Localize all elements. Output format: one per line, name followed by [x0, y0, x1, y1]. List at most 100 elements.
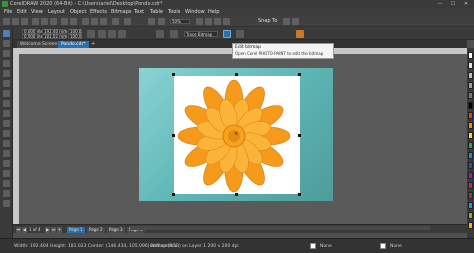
color-swatch[interactable]	[468, 102, 473, 109]
horizontal-scrollbar[interactable]	[130, 226, 430, 230]
open-icon[interactable]	[12, 18, 19, 25]
selection-handle[interactable]	[298, 134, 301, 137]
mirror-horizontal-icon[interactable]	[108, 30, 116, 38]
copy-icon[interactable]	[41, 18, 48, 25]
rotation-icon[interactable]	[98, 30, 106, 38]
trace-bitmap-button[interactable]: Trace Bitmap	[184, 31, 218, 37]
color-swatch[interactable]	[468, 52, 473, 59]
redo-icon[interactable]	[70, 18, 77, 25]
connector-tool-icon[interactable]	[3, 140, 10, 147]
menu-bitmaps[interactable]: Bitmaps	[111, 9, 132, 15]
lock-ratio-icon[interactable]	[87, 30, 95, 38]
menu-object[interactable]: Object	[70, 9, 86, 15]
y-position-field[interactable]: 0.000 mm	[22, 34, 45, 39]
color-swatch[interactable]	[468, 72, 473, 79]
save-icon[interactable]	[21, 18, 28, 25]
maximize-button[interactable]: ☐	[447, 0, 459, 8]
color-swatch[interactable]	[468, 182, 473, 189]
fill-none-icon[interactable]	[310, 243, 316, 249]
page-tab-1[interactable]: Page 1	[67, 227, 85, 233]
crop-icon[interactable]	[156, 30, 164, 38]
color-swatch[interactable]	[468, 82, 473, 89]
tab-welcome-screen[interactable]: Welcome Screen	[17, 41, 61, 48]
quick-customize-icon[interactable]	[296, 30, 304, 38]
tab-pondo[interactable]: Pondo.cdr*	[58, 41, 89, 48]
app-launcher-icon[interactable]	[124, 18, 131, 25]
launch-icon[interactable]	[292, 18, 299, 25]
add-tab-icon[interactable]: +	[91, 41, 97, 47]
selection-handle[interactable]	[235, 73, 238, 76]
last-page-button[interactable]: ⏭	[51, 227, 56, 233]
shape-tool-icon[interactable]	[3, 40, 10, 47]
export-icon[interactable]	[100, 18, 107, 25]
selection-handle[interactable]	[298, 193, 301, 196]
freehand-tool-icon[interactable]	[3, 70, 10, 77]
color-swatch[interactable]	[468, 62, 473, 69]
smart-fill-icon[interactable]	[3, 190, 10, 197]
color-swatch[interactable]	[468, 192, 473, 199]
close-button[interactable]: ✕	[460, 0, 472, 8]
interactive-fill-icon[interactable]	[3, 180, 10, 187]
menu-edit[interactable]: Edit	[17, 9, 27, 15]
color-swatch[interactable]	[468, 212, 473, 219]
crop-tool-icon[interactable]	[3, 50, 10, 57]
color-swatch[interactable]	[468, 202, 473, 209]
text-tool-icon[interactable]	[3, 120, 10, 127]
edit-bitmap-button[interactable]	[223, 30, 231, 38]
color-swatch[interactable]	[468, 112, 473, 119]
full-screen-preview-icon[interactable]	[148, 18, 155, 25]
search-content-icon[interactable]	[82, 18, 89, 25]
transparency-icon[interactable]	[3, 160, 10, 167]
color-swatch[interactable]	[468, 172, 473, 179]
menu-effects[interactable]: Effects	[90, 9, 107, 15]
color-swatch[interactable]	[468, 132, 473, 139]
selection-handle[interactable]	[298, 73, 301, 76]
rectangle-tool-icon[interactable]	[3, 90, 10, 97]
add-tool-icon[interactable]	[3, 200, 10, 207]
zoom-tool-icon[interactable]	[3, 60, 10, 67]
color-eyedropper-icon[interactable]	[3, 170, 10, 177]
color-swatch[interactable]	[468, 142, 473, 149]
selection-handle[interactable]	[172, 193, 175, 196]
paste-icon[interactable]	[50, 18, 57, 25]
previous-page-button[interactable]: ◀	[22, 227, 27, 233]
add-page-button[interactable]: +	[57, 227, 62, 233]
resample-icon[interactable]	[170, 30, 178, 38]
publish-pdf-icon[interactable]	[112, 18, 119, 25]
next-page-button[interactable]: ▶	[45, 227, 50, 233]
zoom-level-dropdown[interactable]: 50%	[170, 19, 190, 24]
selection-handle[interactable]	[172, 73, 175, 76]
height-field[interactable]: 181.02 mm	[42, 34, 67, 39]
import-icon[interactable]	[91, 18, 98, 25]
scale-y-field[interactable]: 100.0	[68, 34, 82, 39]
selection-handle[interactable]	[235, 193, 238, 196]
page-tab-3[interactable]: Page 3	[107, 227, 125, 233]
mirror-vertical-icon[interactable]	[118, 30, 126, 38]
selection-handle[interactable]	[172, 134, 175, 137]
minimize-button[interactable]: —	[434, 0, 446, 8]
page-border-icon[interactable]	[223, 18, 230, 25]
snap-to-dropdown[interactable]: Snap To	[258, 18, 277, 24]
pick-tool-icon[interactable]	[3, 30, 10, 37]
color-swatch[interactable]	[468, 92, 473, 99]
parallel-dimension-icon[interactable]	[3, 130, 10, 137]
menu-file[interactable]: File	[4, 9, 12, 15]
menu-window[interactable]: Window	[185, 9, 205, 15]
show-rulers-icon[interactable]	[196, 18, 203, 25]
drop-shadow-icon[interactable]	[3, 150, 10, 157]
artistic-media-icon[interactable]	[3, 80, 10, 87]
first-page-button[interactable]: ⏮	[16, 227, 21, 233]
color-swatch[interactable]	[468, 222, 473, 229]
outline-none-icon[interactable]	[380, 243, 386, 249]
ellipse-tool-icon[interactable]	[3, 100, 10, 107]
polygon-tool-icon[interactable]	[3, 110, 10, 117]
menu-layout[interactable]: Layout	[48, 9, 65, 15]
color-swatch[interactable]	[468, 152, 473, 159]
new-document-icon[interactable]	[3, 18, 10, 25]
show-guidelines-icon[interactable]	[214, 18, 221, 25]
menu-tools[interactable]: Tools	[168, 9, 180, 15]
menu-table[interactable]: Table	[150, 9, 163, 15]
show-grid-icon[interactable]	[205, 18, 212, 25]
color-swatch[interactable]	[468, 162, 473, 169]
menu-help[interactable]: Help	[208, 9, 219, 15]
